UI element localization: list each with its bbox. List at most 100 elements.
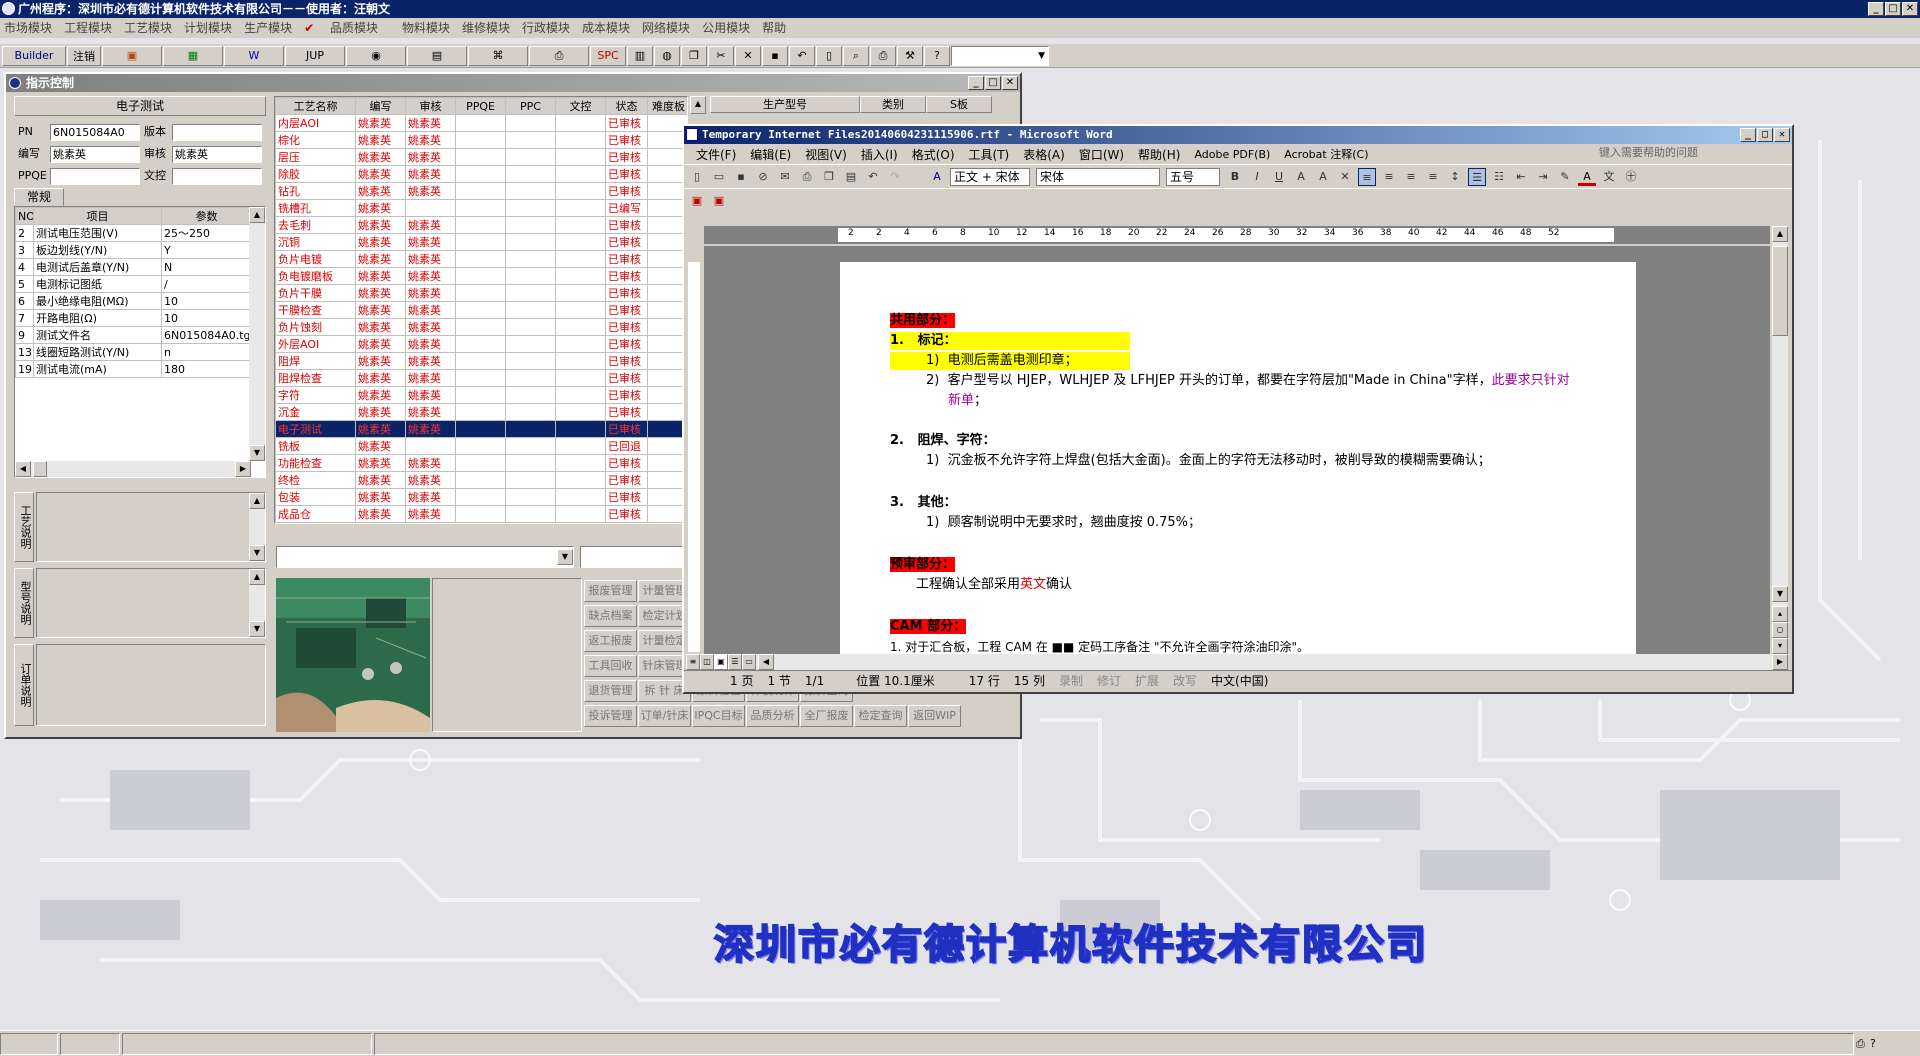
align-center-icon[interactable]: ≡ bbox=[1380, 168, 1398, 186]
word-menu-file[interactable]: 文件(F) bbox=[696, 146, 736, 163]
param-row[interactable]: 5 电测标记图纸 / bbox=[15, 275, 252, 293]
process-row[interactable]: 层压 姚素英 姚素英 已审核 bbox=[275, 148, 687, 166]
control-minimize-button[interactable]: _ bbox=[968, 76, 984, 90]
scroll-right-icon[interactable]: ▶ bbox=[1772, 654, 1788, 670]
spc-button[interactable]: SPC bbox=[590, 45, 626, 66]
process-row[interactable]: 铣槽孔 姚素英 已编写 bbox=[275, 199, 687, 217]
process-row[interactable]: 钻孔 姚素英 姚素英 已审核 bbox=[275, 182, 687, 200]
scroll-up-icon[interactable]: ▲ bbox=[1772, 226, 1788, 242]
phonetic-icon[interactable]: 文 bbox=[1600, 168, 1618, 186]
tab-general[interactable]: 常规 bbox=[14, 188, 64, 206]
param-header-item[interactable]: 项目 bbox=[33, 207, 162, 225]
word-menu-format[interactable]: 格式(O) bbox=[912, 146, 955, 163]
author-field[interactable]: 姚素英 bbox=[50, 146, 140, 163]
proc-header-author[interactable]: 编写 bbox=[355, 97, 406, 115]
book-icon[interactable]: ▤ bbox=[407, 45, 467, 66]
scroll-down-icon[interactable]: ▼ bbox=[249, 545, 265, 561]
document-page[interactable]: 共用部分： 1. 标记： 1) 电测后需盖电测印章； 2) 客户型号以 HJEP… bbox=[840, 262, 1636, 654]
param-row[interactable]: 13 线圈短路测试(Y/N) n bbox=[15, 343, 252, 361]
word-menu-view[interactable]: 视图(V) bbox=[805, 146, 847, 163]
pn-field[interactable]: 6N015084A0 bbox=[50, 124, 140, 141]
process-row[interactable]: 负片电镀 姚素英 姚素英 已审核 bbox=[275, 250, 687, 268]
function-button[interactable]: 全厂报废 bbox=[800, 705, 853, 727]
underline-icon[interactable]: U bbox=[1270, 168, 1288, 186]
model-note-scrollbar[interactable]: ▲ ▼ bbox=[249, 569, 265, 637]
menu-engineering[interactable]: 工程模块 bbox=[64, 18, 112, 38]
process-row[interactable]: 除胶 姚素英 姚素英 已审核 bbox=[275, 165, 687, 183]
style-dropdown[interactable]: 正文 + 宋体 bbox=[950, 167, 1030, 186]
process-note-box[interactable]: ▲ ▼ bbox=[36, 492, 266, 562]
function-button[interactable]: 品质分析 bbox=[746, 705, 799, 727]
outline-view-icon[interactable]: ☰ bbox=[728, 654, 742, 670]
highlight-icon[interactable]: ✎ bbox=[1556, 168, 1574, 186]
param-row[interactable]: 7 开路电阻(Ω) 10 bbox=[15, 309, 252, 327]
vertical-ruler[interactable] bbox=[686, 246, 702, 654]
right-header-model[interactable]: 生产型号 bbox=[710, 96, 860, 113]
right-header-category[interactable]: 类别 bbox=[860, 96, 926, 113]
function-button[interactable]: 缺点档案 bbox=[584, 605, 637, 627]
process-row[interactable]: 棕化 姚素英 姚素英 已审核 bbox=[275, 131, 687, 149]
chevron-down-icon[interactable]: ▼ bbox=[557, 549, 573, 565]
cut-icon[interactable]: ✂ bbox=[708, 45, 734, 66]
menu-help[interactable]: 帮助 bbox=[762, 18, 786, 38]
char-shading-icon[interactable]: A bbox=[1314, 168, 1332, 186]
process-row[interactable]: 阻焊检查 姚素英 姚素英 已审核 bbox=[275, 369, 687, 387]
scroll-up-icon[interactable]: ▲ bbox=[249, 569, 265, 585]
scroll-left-icon[interactable]: ◀ bbox=[15, 461, 31, 477]
menu-material[interactable]: 物料模块 bbox=[402, 18, 450, 38]
scroll-up-icon[interactable]: ▲ bbox=[249, 493, 265, 509]
align-right-icon[interactable]: ≡ bbox=[1402, 168, 1420, 186]
proc-header-ppc[interactable]: PPC bbox=[505, 97, 556, 115]
styles-icon[interactable]: A bbox=[928, 168, 946, 186]
control-maximize-button[interactable]: □ bbox=[985, 76, 1001, 90]
process-row[interactable]: 成品仓 姚素英 姚素英 已审核 bbox=[275, 505, 687, 523]
menu-cost[interactable]: 成本模块 bbox=[582, 18, 630, 38]
process-row[interactable]: 沉金 姚素英 姚素英 已审核 bbox=[275, 403, 687, 421]
param-header-no[interactable]: NO bbox=[15, 207, 34, 225]
redo-icon[interactable]: ↷ bbox=[886, 168, 904, 186]
normal-view-icon[interactable]: ≡ bbox=[686, 654, 700, 670]
model-note-box[interactable]: ▲ ▼ bbox=[36, 568, 266, 638]
function-button[interactable]: 报废管理 bbox=[584, 580, 637, 602]
document-area[interactable]: 共用部分： 1. 标记： 1) 电测后需盖电测印章； 2) 客户型号以 HJEP… bbox=[704, 246, 1770, 654]
char-border-icon[interactable]: A bbox=[1292, 168, 1310, 186]
word-vertical-scrollbar[interactable]: ▲ ▼ ▴ ○ ▾ bbox=[1772, 226, 1788, 654]
param-vertical-scrollbar[interactable]: ▲ ▼ bbox=[249, 207, 265, 461]
bold-icon[interactable]: B bbox=[1226, 168, 1244, 186]
excel-icon[interactable]: ▦ bbox=[163, 45, 223, 66]
email-icon[interactable]: ✉ bbox=[776, 168, 794, 186]
word-menu-acrobat[interactable]: Acrobat 注释(C) bbox=[1284, 146, 1368, 162]
help-icon[interactable]: ? bbox=[924, 45, 950, 66]
eye-icon[interactable]: ◉ bbox=[346, 45, 406, 66]
process-row[interactable]: 功能检查 姚素英 姚素英 已审核 bbox=[275, 454, 687, 472]
close-button[interactable]: ✕ bbox=[1902, 2, 1918, 16]
scroll-right-icon[interactable]: ▶ bbox=[235, 461, 251, 477]
proc-header-status[interactable]: 状态 bbox=[605, 97, 648, 115]
menu-process[interactable]: 工艺模块 bbox=[124, 18, 172, 38]
justify-icon[interactable]: ≡ bbox=[1424, 168, 1442, 186]
menu-quality[interactable]: ✔ 品质模块 bbox=[304, 18, 390, 38]
param-horizontal-scrollbar[interactable]: ◀ ▶ bbox=[15, 461, 251, 477]
permission-icon[interactable]: ⊘ bbox=[754, 168, 772, 186]
logout-button[interactable]: 注销 bbox=[67, 45, 101, 66]
scroll-down-icon[interactable]: ▼ bbox=[1772, 586, 1788, 602]
word-menu-insert[interactable]: 插入(I) bbox=[861, 146, 898, 163]
delete-icon[interactable]: ✕ bbox=[735, 45, 761, 66]
globe-icon[interactable]: ◍ bbox=[654, 45, 680, 66]
copy-icon[interactable]: ❐ bbox=[681, 45, 707, 66]
undo-icon[interactable]: ↶ bbox=[789, 45, 815, 66]
proc-header-name[interactable]: 工艺名称 bbox=[275, 97, 356, 115]
print-icon[interactable]: ⎙ bbox=[870, 45, 896, 66]
function-button[interactable]: IPQC目标 bbox=[692, 705, 745, 727]
save-icon[interactable]: ▪ bbox=[732, 168, 750, 186]
align-left-icon[interactable]: ≡ bbox=[1358, 167, 1376, 186]
param-row[interactable]: 3 板边划线(Y/N) Y bbox=[15, 241, 252, 259]
word-close-button[interactable]: ✕ bbox=[1774, 128, 1790, 142]
param-row[interactable]: 4 电测试后盖章(Y/N) N bbox=[15, 258, 252, 276]
char-scale-icon[interactable]: ✕ bbox=[1336, 168, 1354, 186]
size-dropdown[interactable]: 五号 bbox=[1166, 167, 1220, 186]
process-row[interactable]: 负电镀磨板 姚素英 姚素英 已审核 bbox=[275, 267, 687, 285]
maximize-button[interactable]: □ bbox=[1885, 2, 1901, 16]
italic-icon[interactable]: I bbox=[1248, 168, 1266, 186]
process-row[interactable]: 字符 姚素英 姚素英 已审核 bbox=[275, 386, 687, 404]
